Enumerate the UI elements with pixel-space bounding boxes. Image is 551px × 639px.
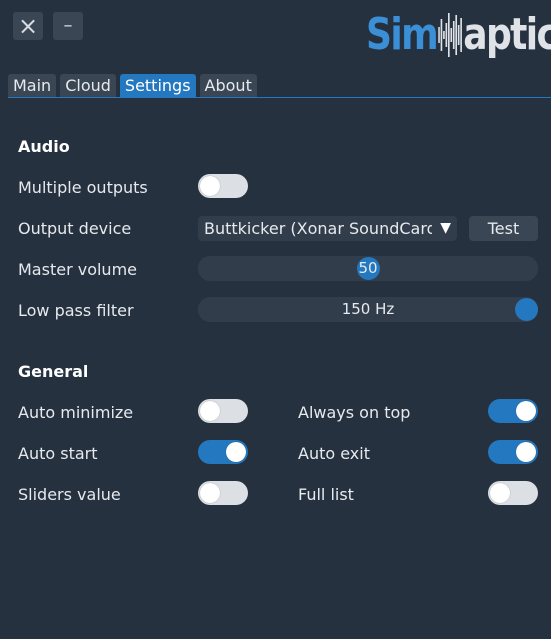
multiple-outputs-label: Multiple outputs (18, 178, 148, 197)
output-device-value: Buttkicker (Xonar SoundCard) (Xonar (204, 219, 432, 238)
auto-start-label: Auto start (18, 444, 98, 463)
close-icon: × (17, 12, 39, 40)
sliders-value-toggle[interactable] (198, 481, 248, 505)
waveform-icon (437, 13, 462, 57)
low-pass-filter-slider[interactable]: 150 Hz (198, 297, 538, 322)
simhaptic-logo: Sim aptic (366, 9, 551, 60)
tab-bar: Main Cloud Settings About (8, 74, 257, 97)
master-volume-label: Master volume (18, 260, 137, 279)
auto-exit-label: Auto exit (298, 444, 370, 463)
auto-exit-toggle[interactable] (488, 440, 538, 464)
always-on-top-label: Always on top (298, 403, 411, 422)
auto-minimize-toggle[interactable] (198, 399, 248, 423)
master-volume-slider[interactable]: 50 (198, 256, 538, 281)
auto-minimize-label: Auto minimize (18, 403, 134, 422)
test-button[interactable]: Test (469, 216, 538, 241)
audio-heading: Audio (18, 137, 70, 156)
always-on-top-toggle[interactable] (488, 399, 538, 423)
tab-settings[interactable]: Settings (119, 74, 196, 97)
auto-start-toggle[interactable] (198, 440, 248, 464)
low-pass-filter-label: Low pass filter (18, 301, 134, 320)
minimize-icon: – (63, 15, 73, 36)
close-button[interactable]: × (13, 12, 43, 40)
full-list-toggle[interactable] (488, 481, 538, 505)
multiple-outputs-toggle[interactable] (198, 174, 248, 198)
sliders-value-label: Sliders value (18, 485, 121, 504)
full-list-label: Full list (298, 485, 354, 504)
dropdown-arrow-icon: ▼ (440, 220, 451, 236)
minimize-button[interactable]: – (53, 12, 83, 40)
tab-about[interactable]: About (199, 74, 257, 97)
output-device-label: Output device (18, 219, 132, 238)
tab-cloud[interactable]: Cloud (60, 74, 116, 97)
general-heading: General (18, 362, 89, 381)
output-device-select[interactable]: Buttkicker (Xonar SoundCard) (Xonar ▼ (198, 216, 457, 241)
master-volume-value: 50 (358, 259, 378, 277)
tab-divider (8, 97, 551, 98)
tab-main[interactable]: Main (8, 74, 57, 97)
low-pass-filter-value: 150 Hz (341, 300, 395, 318)
